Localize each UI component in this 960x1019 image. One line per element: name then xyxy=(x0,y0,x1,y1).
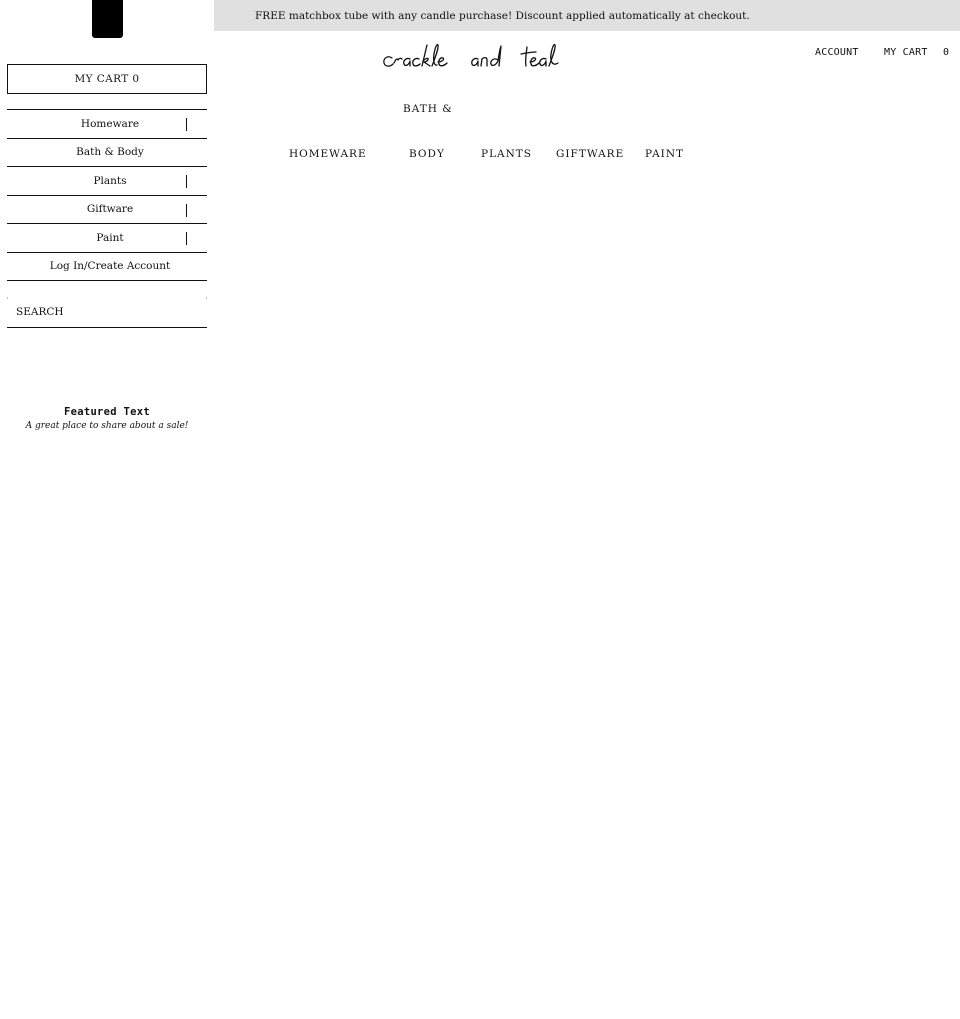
drawer-item-login[interactable]: Log In/Create Account xyxy=(7,253,207,281)
drawer-item-giftware[interactable]: Giftware xyxy=(7,196,207,224)
expand-toggle-icon[interactable] xyxy=(186,232,187,245)
drawer-item-bath-body[interactable]: Bath & Body xyxy=(7,139,207,167)
drawer-search xyxy=(7,297,207,328)
drawer-item-label: Homeware xyxy=(80,117,140,130)
nav-paint[interactable]: PAINT xyxy=(645,148,684,160)
drawer-item-label: Log In/Create Account xyxy=(49,260,171,273)
logo-script-icon xyxy=(383,43,559,67)
cart-count[interactable]: 0 xyxy=(943,47,949,58)
nav-homeware[interactable]: HOMEWARE xyxy=(289,148,367,160)
divider xyxy=(7,297,8,299)
divider xyxy=(206,297,207,299)
account-link[interactable]: ACCOUNT xyxy=(815,47,859,58)
drawer-item-label: Giftware xyxy=(86,203,134,216)
featured-text-block: Featured Text A great place to share abo… xyxy=(0,406,214,431)
featured-title: Featured Text xyxy=(63,406,151,418)
drawer-item-label: Plants xyxy=(93,174,127,187)
announcement-text: FREE matchbox tube with any candle purch… xyxy=(255,9,750,22)
drawer-close-button[interactable] xyxy=(92,0,123,38)
drawer-item-label: Bath & Body xyxy=(76,146,144,159)
cart-link[interactable]: MY CART xyxy=(884,47,928,58)
expand-toggle-icon[interactable] xyxy=(186,203,187,217)
nav-bath-body-line2[interactable]: BODY xyxy=(409,148,445,160)
side-drawer: MY CART 0 Homeware Bath & Body Plants Gi… xyxy=(0,0,214,1019)
brand-logo[interactable] xyxy=(380,40,576,76)
drawer-nav: Homeware Bath & Body Plants Giftware Pai… xyxy=(7,109,207,281)
nav-bath-body-line1[interactable]: BATH & xyxy=(403,103,453,115)
nav-plants[interactable]: PLANTS xyxy=(481,148,532,160)
search-input[interactable] xyxy=(16,306,196,318)
drawer-item-plants[interactable]: Plants xyxy=(7,167,207,196)
drawer-item-label: Paint xyxy=(96,231,124,244)
featured-subtitle: A great place to share about a sale! xyxy=(25,421,189,431)
expand-toggle-icon[interactable] xyxy=(186,118,187,131)
drawer-item-paint[interactable]: Paint xyxy=(7,224,207,253)
announcement-bar: FREE matchbox tube with any candle purch… xyxy=(214,0,960,31)
drawer-cart-label: MY CART 0 xyxy=(74,73,140,85)
drawer-item-homeware[interactable]: Homeware xyxy=(7,110,207,139)
expand-toggle-icon[interactable] xyxy=(186,175,187,188)
nav-giftware[interactable]: GIFTWARE xyxy=(556,148,624,160)
drawer-cart-button[interactable]: MY CART 0 xyxy=(7,64,207,94)
